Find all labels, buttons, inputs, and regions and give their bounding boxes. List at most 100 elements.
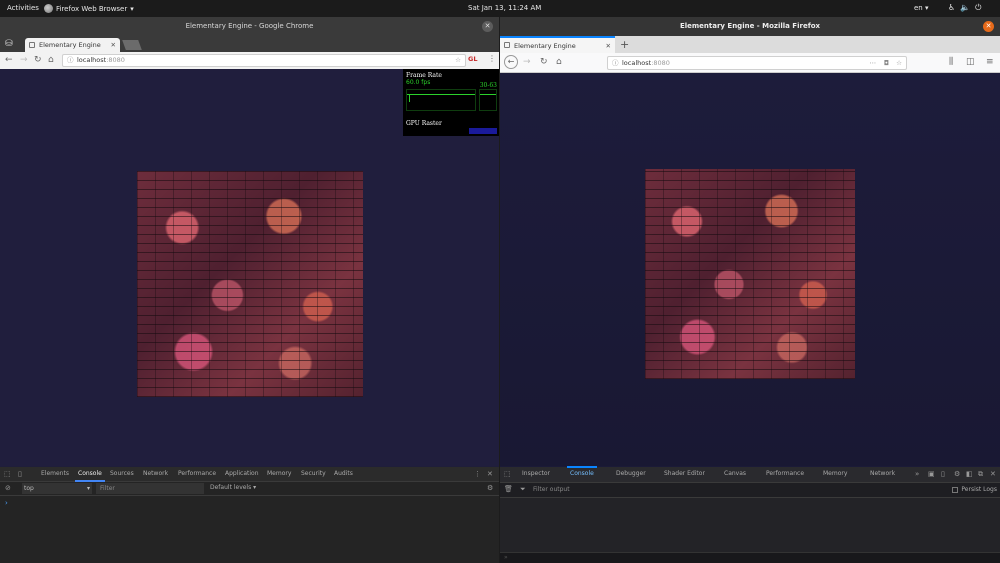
tab-network[interactable]: Network	[870, 470, 895, 477]
trash-icon[interactable]: 🗑	[504, 485, 513, 493]
tab-performance[interactable]: Performance	[766, 470, 804, 477]
tab-performance[interactable]: Performance	[178, 470, 216, 477]
webgl-extension-icon[interactable]: GL	[468, 55, 477, 63]
persist-logs-toggle[interactable]: Persist Logs	[952, 486, 997, 493]
language-selector[interactable]: en ▾	[914, 4, 928, 12]
incognito-icon: ⛁	[5, 39, 13, 49]
dock-icon[interactable]: ▣	[928, 470, 935, 478]
tab-memory[interactable]: Memory	[823, 470, 847, 477]
fps-meter-title: Frame Rate	[406, 72, 442, 79]
tab-inspector[interactable]: Inspector	[522, 470, 550, 477]
tab-security[interactable]: Security	[301, 470, 326, 477]
console-filter-input[interactable]: Filter	[96, 483, 204, 494]
star-icon[interactable]: ☆	[455, 55, 461, 66]
console-filterbar: ⊘ top ▾ Filter Default levels ▾ ⚙	[0, 482, 499, 496]
page-viewport	[500, 73, 1000, 466]
chrome-devtools: ⬚ ▯ Elements Console Sources Network Per…	[0, 467, 499, 563]
accessibility-icon[interactable]: ♿	[948, 3, 955, 13]
console-input[interactable]: »	[500, 552, 1000, 563]
inspect-element-icon[interactable]: ⬚	[4, 470, 11, 478]
back-arrow-icon[interactable]: ←	[504, 55, 518, 69]
page-actions-icon[interactable]: ⋯	[870, 57, 877, 69]
home-icon[interactable]: ⌂	[556, 57, 562, 67]
console-prompt: »	[504, 554, 508, 561]
close-tab-icon[interactable]: ✕	[111, 38, 116, 52]
system-tray[interactable]: ♿ 🔈 ⏻	[948, 3, 981, 13]
close-window-button[interactable]: ✕	[482, 21, 493, 32]
back-arrow-icon[interactable]: ←	[5, 55, 13, 65]
window-title: Elementary Engine - Google Chrome	[185, 22, 314, 30]
fps-histogram-line	[480, 94, 496, 95]
tab-title: Elementary Engine	[514, 42, 576, 50]
sidebar-icon[interactable]: ◫	[966, 57, 975, 67]
devtools-menu-icon[interactable]: ⋮	[474, 470, 481, 478]
gear-icon[interactable]: ⚙	[487, 484, 493, 492]
firefox-toolbar: ← → ↻ ⌂ ⓘ localhost:8080 ⋯ ◘ ☆ ⫼ ◫ ≡	[500, 53, 1000, 73]
pick-element-icon[interactable]: ⬚	[504, 470, 511, 478]
info-icon[interactable]: ⓘ	[612, 57, 619, 69]
system-top-bar: Activities Firefox Web Browser ▾ Sat Jan…	[0, 0, 1000, 17]
tab-memory[interactable]: Memory	[267, 470, 291, 477]
tab-elementary-engine[interactable]: Elementary Engine ✕	[500, 36, 615, 53]
clock[interactable]: Sat Jan 13, 11:24 AM	[468, 4, 541, 12]
rendered-texture-canvas[interactable]	[645, 169, 855, 379]
tab-elementary-engine[interactable]: Elementary Engine ✕	[25, 38, 120, 52]
app-menu[interactable]: Firefox Web Browser ▾	[44, 4, 134, 13]
split-console-icon[interactable]: ◧	[966, 470, 973, 478]
forward-arrow-icon[interactable]: →	[523, 57, 531, 67]
console-prompt[interactable]: ›	[5, 499, 8, 507]
star-icon[interactable]: ☆	[896, 57, 902, 69]
reload-icon[interactable]: ↻	[34, 55, 42, 65]
fps-range: 30-63	[479, 82, 497, 89]
activities-button[interactable]: Activities	[7, 4, 39, 12]
close-devtools-icon[interactable]: ✕	[487, 470, 493, 478]
more-tools-icon[interactable]: »	[915, 470, 919, 478]
context-selector[interactable]: top ▾	[22, 483, 92, 494]
new-tab-button[interactable]	[122, 40, 142, 50]
tab-console[interactable]: Console	[75, 470, 105, 482]
forward-arrow-icon[interactable]: →	[20, 55, 28, 65]
info-icon[interactable]: ⓘ	[67, 55, 74, 66]
tab-shader-editor[interactable]: Shader Editor	[664, 470, 705, 477]
console-filter-input[interactable]: Filter output	[533, 486, 570, 493]
pocket-icon[interactable]: ◘	[884, 57, 889, 69]
reload-icon[interactable]: ↻	[540, 57, 548, 67]
tab-application[interactable]: Application	[225, 470, 259, 477]
volume-icon[interactable]: 🔈	[960, 3, 970, 13]
address-bar[interactable]: ⓘ localhost:8080 ☆	[62, 54, 466, 67]
log-levels-dropdown[interactable]: Default levels ▾	[210, 484, 256, 491]
tab-console[interactable]: Console	[567, 466, 597, 477]
tab-elements[interactable]: Elements	[41, 470, 69, 477]
tab-network[interactable]: Network	[143, 470, 168, 477]
persist-logs-label: Persist Logs	[961, 486, 997, 493]
fps-meter: Frame Rate 60.0 fps 30-63 GPU Raster	[403, 69, 499, 136]
fps-histogram	[479, 89, 497, 111]
address-bar[interactable]: ⓘ localhost:8080 ⋯ ◘ ☆	[607, 56, 907, 70]
tab-canvas[interactable]: Canvas	[724, 470, 746, 477]
filter-icon: ⏷	[520, 485, 526, 493]
chrome-toolbar: ← → ↻ ⌂ ⓘ localhost:8080 ☆ GL ⋮	[0, 52, 499, 69]
power-icon[interactable]: ⏻	[975, 3, 981, 13]
device-toolbar-icon[interactable]: ▯	[18, 470, 22, 478]
rendered-texture-canvas[interactable]	[137, 171, 363, 397]
library-icon[interactable]: ⫼	[949, 57, 953, 67]
tab-audits[interactable]: Audits	[334, 470, 353, 477]
gpu-raster-bar	[469, 128, 497, 134]
clear-console-icon[interactable]: ⊘	[5, 484, 11, 492]
home-icon[interactable]: ⌂	[48, 55, 54, 65]
tab-sources[interactable]: Sources	[110, 470, 134, 477]
close-devtools-icon[interactable]: ✕	[990, 470, 996, 478]
gear-icon[interactable]: ⚙	[954, 470, 960, 478]
url-port: :8080	[651, 59, 670, 67]
tab-debugger[interactable]: Debugger	[616, 470, 646, 477]
responsive-mode-icon[interactable]: ▯	[941, 470, 945, 478]
new-tab-button[interactable]: +	[620, 36, 629, 53]
firefox-window: Elementary Engine - Mozilla Firefox ✕ El…	[500, 17, 1000, 563]
menu-kebab-icon[interactable]: ⋮	[488, 54, 496, 63]
fps-graph	[406, 89, 476, 111]
persist-logs-checkbox[interactable]	[952, 486, 959, 493]
hamburger-menu-icon[interactable]: ≡	[986, 57, 994, 67]
chevron-down-icon: ▾	[86, 485, 90, 492]
popout-icon[interactable]: ⧉	[978, 470, 983, 479]
close-window-button[interactable]: ✕	[983, 21, 994, 32]
